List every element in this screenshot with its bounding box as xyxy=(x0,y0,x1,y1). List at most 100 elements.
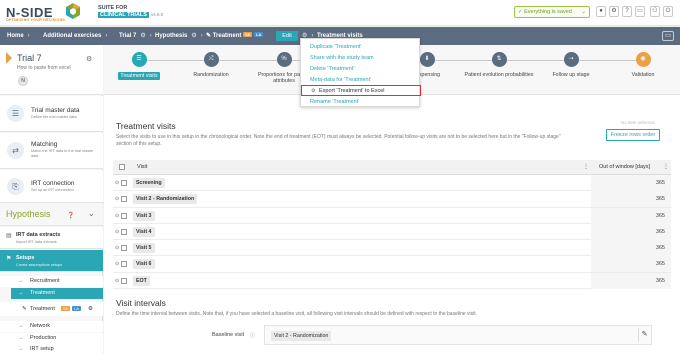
gear-icon: ⚙ xyxy=(191,33,197,39)
row-toggle-icon[interactable]: ⊙ xyxy=(115,261,119,267)
sidebar-item-matching[interactable]: ⇄ Matching Match the IRT data to the tri… xyxy=(0,133,103,169)
sidebar-subitem-treatment-child[interactable]: ✎ Treatment SE LA ⚙ xyxy=(0,302,103,316)
baseline-visit-field[interactable]: Visit 2 - Randomization xyxy=(264,325,652,345)
row-checkbox[interactable] xyxy=(121,261,127,268)
sidebar-item-trial-master-data[interactable]: ☰ Trial master data Define the trial mas… xyxy=(0,96,103,132)
window-cell[interactable]: 365 xyxy=(591,256,671,273)
row-checkbox[interactable] xyxy=(121,196,127,203)
sidebar-item-irt-data-extracts[interactable]: ▤ IRT data extracts Import IRT data extr… xyxy=(0,227,103,249)
sidebar-hypothesis-header[interactable]: Hypothesis ❓ ⌄ xyxy=(0,204,103,226)
table-row[interactable]: ⊙ Visit 6 365 xyxy=(113,256,671,273)
avatar[interactable]: N xyxy=(18,76,28,86)
sidebar-item-irt-connection[interactable]: ⎘ IRT connection Set up an IRT connectio… xyxy=(0,170,103,203)
dispense-icon: ⬇ xyxy=(419,52,435,67)
visit-name: Visit 5 xyxy=(133,243,155,254)
column-header-window[interactable]: Out of window [days] xyxy=(599,164,650,170)
row-checkbox[interactable] xyxy=(121,228,127,235)
table-row[interactable]: ⊙ Visit 4 365 xyxy=(113,223,671,241)
row-toggle-icon[interactable]: ⊙ xyxy=(115,245,119,251)
sidebar-subitem-treatment[interactable]: → Treatment xyxy=(11,288,103,299)
save-status-dropdown[interactable]: ✓ Everything is saved ⌄ xyxy=(514,6,590,18)
panel-toggle-icon[interactable]: ▭ xyxy=(662,31,674,41)
validation-icon: ◉ xyxy=(635,52,651,67)
row-toggle-icon[interactable]: ⊙ xyxy=(115,229,119,235)
window-cell[interactable]: 365 xyxy=(591,175,671,191)
step-follow-up[interactable]: ⇢ Follow up stage xyxy=(536,52,606,78)
select-all-checkbox[interactable] xyxy=(119,164,125,170)
step-patient-evolution[interactable]: ⇅ Patient evolution probabilities xyxy=(464,52,534,78)
menu-item-export-highlight[interactable]: ⚙ Export 'Treatment' to Excel xyxy=(301,85,421,96)
row-checkbox[interactable] xyxy=(121,277,127,284)
gear-icon[interactable]: ⚙ xyxy=(86,55,92,63)
power-icon[interactable]: ⏻ xyxy=(663,6,673,17)
record-icon[interactable]: ● xyxy=(596,6,606,17)
window-cell[interactable]: 365 xyxy=(591,207,671,224)
pencil-icon: ✎ xyxy=(206,33,213,39)
row-toggle-icon[interactable]: ⊙ xyxy=(115,213,119,219)
crumb-trial[interactable]: Trial 7 ⚙ › xyxy=(119,27,152,45)
pencil-icon[interactable]: ✎ xyxy=(638,328,650,342)
menu-item-share[interactable]: Share with the study team xyxy=(310,55,374,61)
chat-icon[interactable]: ▭ xyxy=(635,6,645,17)
menu-item-duplicate[interactable]: Duplicate 'Treatment' xyxy=(310,44,361,50)
step-label: Patient evolution probabilities xyxy=(464,72,534,78)
window-cell[interactable]: 365 xyxy=(591,191,671,208)
user-icon[interactable]: ⚇ xyxy=(650,6,660,17)
table-row[interactable]: ⊙ Visit 5 365 xyxy=(113,240,671,257)
row-toggle-icon[interactable]: ⊙ xyxy=(115,196,119,202)
suite-label: SUITE FOR CLINICAL TRIALS v4.6.0 xyxy=(98,5,163,18)
treatment-context-menu: Duplicate 'Treatment' Share with the stu… xyxy=(300,38,421,107)
column-menu-icon[interactable]: ⋮ xyxy=(663,163,669,170)
row-toggle-icon[interactable]: ⊙ xyxy=(115,278,119,284)
step-treatment-visits[interactable]: ☰ Treatment visits xyxy=(104,52,174,80)
sidebar-item-setups[interactable]: ⚑ Setups Create assumptions setups xyxy=(0,250,103,272)
menu-item-export[interactable]: Export 'Treatment' to Excel xyxy=(319,88,384,94)
help-icon[interactable]: ❓ xyxy=(67,212,74,219)
sidebar-item-label: Matching xyxy=(31,141,58,148)
arrow-right-icon: → xyxy=(18,335,24,341)
trial-subtitle: How to paste from excel xyxy=(17,65,71,71)
edit-button[interactable]: Edit xyxy=(276,31,298,41)
sidebar-item-label: IRT data extracts xyxy=(16,232,61,238)
row-checkbox[interactable] xyxy=(121,180,127,186)
sidebar-item-sub: Define the trial master data xyxy=(31,115,77,119)
sidebar-subitem-production[interactable]: → Production xyxy=(0,333,103,344)
sidebar-subitem-irt-setup[interactable]: → IRT setup xyxy=(0,344,103,354)
step-validation[interactable]: ◉ Validation xyxy=(608,52,678,78)
freeze-rows-button[interactable]: Freeze rows order xyxy=(606,129,660,141)
help-icon[interactable]: ? xyxy=(622,6,632,17)
table-row[interactable]: ⊙ Visit 2 - Randomization 365 xyxy=(113,191,671,208)
crumb-home[interactable]: Home › xyxy=(7,27,30,45)
crumb-additional[interactable]: Additional exercises › xyxy=(43,27,107,45)
row-checkbox[interactable] xyxy=(121,245,127,252)
table-row[interactable]: ⊙ Visit 3 365 xyxy=(113,207,671,224)
column-header-visit[interactable]: Visit xyxy=(137,164,147,170)
gear-icon[interactable]: ⚙ xyxy=(88,302,93,316)
window-cell[interactable]: 365 xyxy=(591,223,671,240)
menu-item-metadata[interactable]: Meta-data for 'Treatment' xyxy=(310,77,371,83)
gear-icon[interactable]: ⚙ xyxy=(609,6,619,17)
step-label: Follow up stage xyxy=(552,72,590,78)
subitem-label: Treatment xyxy=(30,306,55,312)
table-row[interactable]: ⊙ EOT 365 xyxy=(113,272,671,290)
crumb-treatment[interactable]: ✎ Treatment SE LA xyxy=(206,27,264,45)
row-checkbox[interactable] xyxy=(121,212,127,219)
menu-item-delete[interactable]: Delete 'Treatment' xyxy=(310,66,354,72)
chevron-down-icon[interactable]: ⌄ xyxy=(88,209,95,218)
import-icon: ▤ xyxy=(6,233,12,239)
la-badge: LA xyxy=(254,32,264,37)
trial-card[interactable]: Trial 7 How to paste from excel ⚙ N xyxy=(0,45,103,95)
sidebar-subitem-recruitment[interactable]: → Recruitment xyxy=(0,276,103,287)
window-cell[interactable]: 365 xyxy=(591,240,671,257)
window-cell[interactable]: 365 xyxy=(591,272,671,289)
table-row[interactable]: ⊙ Screening 365 xyxy=(113,175,671,192)
row-toggle-icon[interactable]: ⊙ xyxy=(115,180,119,186)
menu-item-rename[interactable]: Rename 'Treatment' xyxy=(310,99,359,105)
column-menu-icon[interactable]: ⋮ xyxy=(583,163,589,170)
crumb-hypothesis[interactable]: Hypothesis ⚙ › xyxy=(155,27,203,45)
step-randomization[interactable]: ⤮ Randomization xyxy=(176,52,246,78)
window-value: 365 xyxy=(655,212,665,219)
sidebar-subitem-network[interactable]: → Network xyxy=(0,321,103,332)
table-header: Visit ⋮ Out of window [days] ⋮ xyxy=(113,160,671,175)
help-icon[interactable]: ⓘ xyxy=(250,332,255,339)
